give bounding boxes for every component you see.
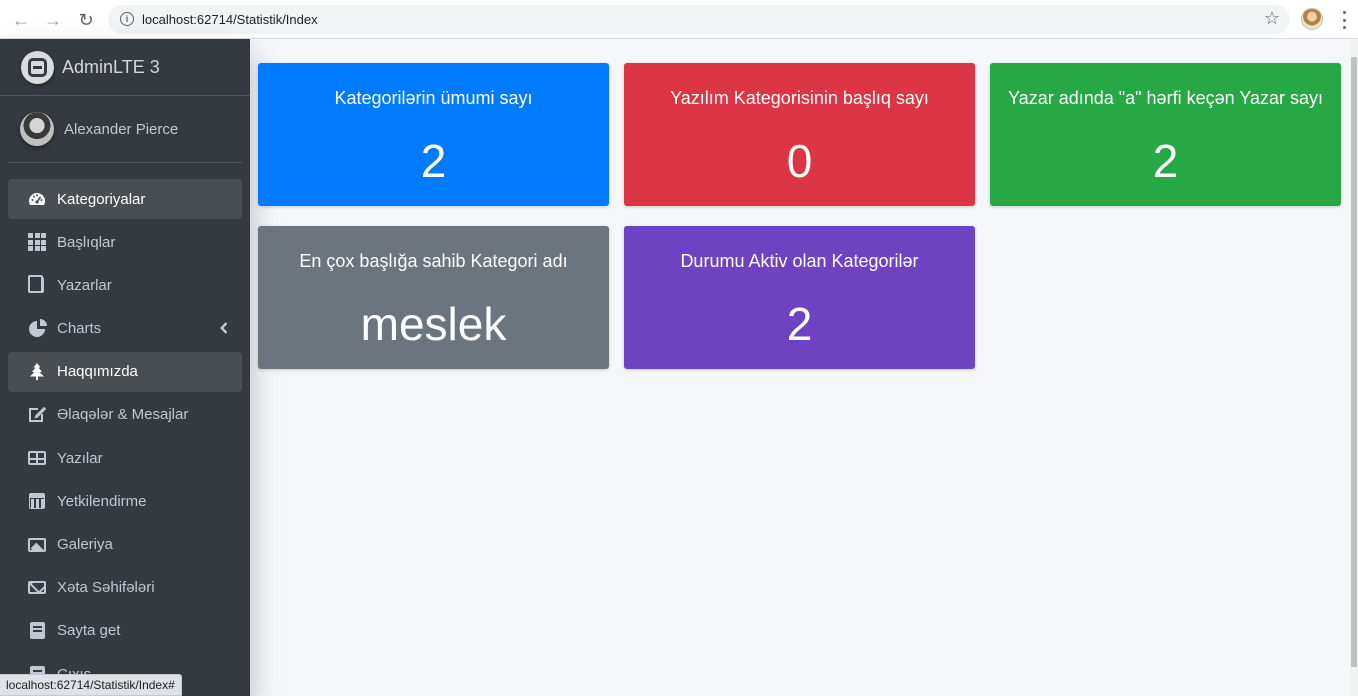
stat-card-software-titles: Yazılım Kategorisinin başlıq sayı 0 — [624, 63, 975, 206]
sidebar-item-label: Charts — [57, 320, 102, 338]
tachometer-icon — [27, 189, 47, 209]
profile-avatar[interactable] — [1301, 8, 1323, 30]
stat-value: 2 — [420, 135, 447, 187]
stat-title: Kategorilərin ümumi sayı — [334, 88, 533, 108]
stat-card-authors-with-a: Yazar adında "a" hərfi keçən Yazar sayı … — [990, 63, 1341, 206]
user-avatar — [20, 112, 54, 146]
scrollbar-thumb[interactable] — [1351, 57, 1357, 667]
adminlte-logo-icon — [21, 50, 54, 84]
stat-title: Yazılım Kategorisinin başlıq sayı — [670, 88, 929, 108]
stat-card-total-categories: Kategorilərin ümumi sayı 2 — [258, 63, 609, 206]
user-panel: Alexander Pierce — [8, 96, 242, 163]
sidebar-item-label: Xəta Səhifələri — [57, 579, 155, 597]
sidebar-item-xeta-sehifeleri[interactable]: Xəta Səhifələri — [8, 568, 242, 608]
stat-card-top-category: En çox başlığa sahib Kategori adı meslek — [258, 226, 609, 369]
sidebar-item-label: Galeriya — [57, 536, 113, 553]
forward-button[interactable]: → — [42, 9, 64, 31]
sidebar-item-label: Başlıqlar — [57, 233, 116, 251]
info-icon[interactable]: i — [120, 12, 134, 26]
sidebar-item-label: Yazılar — [57, 449, 103, 467]
sidebar-item-label: Yetkilendirme — [57, 492, 147, 510]
user-name-link[interactable]: Alexander Pierce — [64, 121, 178, 138]
main-content: Kategorilərin ümumi sayı 2 Yazılım Kateg… — [250, 39, 1350, 696]
brand-link[interactable]: AdminLTE 3 — [0, 39, 250, 96]
stat-title: Durumu Aktiv olan Kategorilər — [680, 251, 919, 271]
reload-button[interactable]: ↻ — [75, 9, 97, 31]
stat-value: 2 — [1152, 135, 1179, 187]
address-bar[interactable]: i localhost:62714/Statistik/Index ☆ — [108, 5, 1290, 34]
sidebar: AdminLTE 3 Alexander Pierce Kategoriyala… — [0, 39, 250, 696]
chevron-left-icon[interactable] — [220, 321, 228, 334]
sidebar-item-label: Yazarlar — [57, 276, 112, 294]
envelope-icon — [27, 578, 47, 598]
sidebar-item-elaqeler[interactable]: Əlaqələr & Mesajlar — [8, 395, 242, 435]
sidebar-item-yetkilendirme[interactable]: Yetkilendirme — [8, 481, 242, 521]
sidebar-item-label: Kategoriyalar — [57, 190, 146, 208]
sidebar-item-galeriya[interactable]: Galeriya — [8, 525, 242, 565]
image-icon — [27, 535, 47, 555]
sidebar-item-haqqimizda[interactable]: Haqqımızda — [8, 351, 242, 392]
book-icon — [27, 621, 47, 641]
browser-menu-icon[interactable] — [1338, 11, 1350, 29]
sidebar-item-yazilar[interactable]: Yazılar — [8, 438, 242, 478]
edit-icon — [27, 405, 47, 425]
link-status-bar: localhost:62714/Statistik/Index# — [0, 674, 182, 696]
stat-title: Yazar adında "a" hərfi keçən Yazar sayı — [1008, 88, 1323, 108]
sidebar-item-label: Əlaqələr & Mesajlar — [57, 406, 189, 424]
stat-card-active-categories: Durumu Aktiv olan Kategorilər 2 — [624, 226, 975, 369]
sidebar-menu: Kategoriyalar Başlıqlar Yazarlar Charts … — [0, 179, 250, 694]
sidebar-item-label: Haqqımızda — [57, 363, 138, 381]
calendar-icon — [27, 491, 47, 511]
pie-chart-icon — [27, 318, 47, 339]
stat-value: 0 — [786, 135, 813, 187]
stat-value: 2 — [786, 298, 813, 350]
sidebar-item-kategoriyalar[interactable]: Kategoriyalar — [8, 179, 242, 219]
stat-title: En çox başlığa sahib Kategori adı — [299, 251, 568, 271]
url-text[interactable]: localhost:62714/Statistik/Index — [142, 12, 318, 27]
copy-icon — [27, 275, 47, 295]
grid-icon — [27, 232, 47, 252]
back-button[interactable]: ← — [10, 9, 32, 31]
table-icon — [27, 448, 47, 468]
sidebar-item-charts[interactable]: Charts — [8, 309, 242, 349]
page-scrollbar[interactable] — [1350, 39, 1358, 696]
brand-text: AdminLTE 3 — [62, 56, 160, 77]
sidebar-item-label: Sayta get — [57, 622, 121, 640]
sidebar-item-yazarlar[interactable]: Yazarlar — [8, 265, 242, 305]
sidebar-item-sayta-get[interactable]: Sayta get — [8, 611, 242, 651]
sidebar-item-basliqlar[interactable]: Başlıqlar — [8, 222, 242, 262]
tree-icon — [27, 362, 47, 382]
stat-value: meslek — [360, 298, 507, 350]
bookmark-star-icon[interactable]: ☆ — [1264, 8, 1280, 29]
browser-toolbar: ← → ↻ i localhost:62714/Statistik/Index … — [0, 0, 1358, 39]
